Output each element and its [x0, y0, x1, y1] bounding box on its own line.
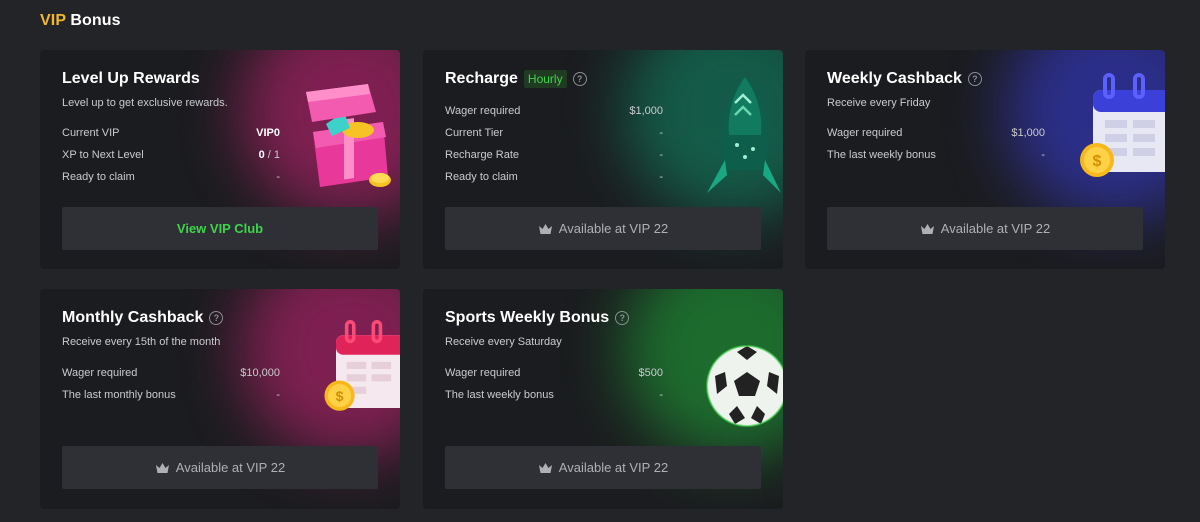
- card-title: Recharge Hourly ?: [445, 70, 587, 88]
- info-row: Recharge Rate -: [445, 144, 663, 166]
- help-icon[interactable]: ?: [967, 72, 982, 86]
- info-value: -: [659, 389, 663, 401]
- info-label: The last weekly bonus: [445, 389, 554, 401]
- info-label: Wager required: [62, 367, 138, 379]
- crown-icon: [538, 223, 552, 234]
- card-title-text: Sports Weekly Bonus: [445, 309, 610, 326]
- level-up-rewards-card: Level Up Rewards Level up to get exclusi…: [40, 50, 400, 269]
- info-value: $500: [638, 367, 663, 379]
- info-value: -: [276, 171, 280, 183]
- card-title: Monthly Cashback ?: [62, 309, 224, 327]
- card-title: Sports Weekly Bonus ?: [445, 309, 630, 327]
- info-row: The last weekly bonus -: [827, 144, 1045, 166]
- view-vip-club-button[interactable]: View VIP Club: [62, 207, 378, 250]
- card-title-text: Level Up Rewards: [62, 70, 200, 87]
- section-title-accent: VIP: [40, 12, 66, 29]
- hourly-tag: Hourly: [523, 70, 567, 88]
- available-vip22-button[interactable]: Available at VIP 22: [445, 446, 761, 489]
- sports-weekly-bonus-card: Sports Weekly Bonus ? Receive every Satu…: [423, 289, 783, 509]
- info-label: Current Tier: [445, 127, 504, 139]
- svg-text:$: $: [336, 389, 344, 405]
- info-row: Wager required $10,000: [62, 362, 280, 384]
- card-info-rows: Wager required $1,000 The last weekly bo…: [827, 122, 1045, 166]
- card-subtitle: Receive every Saturday: [445, 336, 562, 348]
- card-title-text: Weekly Cashback: [827, 70, 962, 87]
- info-value: $1,000: [1011, 127, 1045, 139]
- info-row: The last monthly bonus -: [62, 384, 280, 406]
- card-title-text: Recharge: [445, 70, 518, 87]
- available-vip22-button[interactable]: Available at VIP 22: [827, 207, 1143, 250]
- info-label: Wager required: [445, 367, 521, 379]
- info-label: Recharge Rate: [445, 149, 519, 161]
- info-value: $10,000: [240, 367, 280, 379]
- help-icon[interactable]: ?: [572, 72, 587, 86]
- info-label: The last weekly bonus: [827, 149, 936, 161]
- card-title: Weekly Cashback ?: [827, 70, 982, 88]
- available-vip22-button[interactable]: Available at VIP 22: [62, 446, 378, 489]
- info-row: XP to Next Level 0 / 1: [62, 144, 280, 166]
- section-title-rest: Bonus: [70, 12, 121, 29]
- info-row: Ready to claim -: [445, 166, 663, 188]
- recharge-card: Recharge Hourly ? Wager required $1,000 …: [423, 50, 783, 269]
- info-label: Wager required: [827, 127, 903, 139]
- info-value: -: [276, 389, 280, 401]
- info-label: Ready to claim: [62, 171, 135, 183]
- info-value: 0 / 1: [258, 149, 280, 161]
- info-label: The last monthly bonus: [62, 389, 176, 401]
- weekly-cashback-card: Weekly Cashback ? Receive every Friday W…: [805, 50, 1165, 269]
- calendar-coin-icon: $: [1080, 73, 1165, 177]
- crown-icon: [920, 223, 934, 234]
- section-title: VIP Bonus: [40, 12, 121, 30]
- card-subtitle: Level up to get exclusive rewards.: [62, 97, 228, 109]
- card-info-rows: Current VIP VIP0 XP to Next Level 0 / 1 …: [62, 122, 280, 188]
- info-row: Wager required $1,000: [827, 122, 1045, 144]
- info-row: Current VIP VIP0: [62, 122, 280, 144]
- info-row: The last weekly bonus -: [445, 384, 663, 406]
- info-value: -: [659, 149, 663, 161]
- calendar-coin-icon: $: [324, 320, 400, 411]
- info-row: Wager required $1,000: [445, 100, 663, 122]
- info-label: Current VIP: [62, 127, 120, 139]
- crown-icon: [538, 462, 552, 473]
- info-label: Ready to claim: [445, 171, 518, 183]
- info-value: -: [659, 171, 663, 183]
- card-subtitle: Receive every Friday: [827, 97, 931, 109]
- gift-box-icon: [306, 84, 391, 187]
- info-label: Wager required: [445, 105, 521, 117]
- info-value: -: [659, 127, 663, 139]
- card-subtitle: Receive every 15th of the month: [62, 336, 221, 348]
- card-info-rows: Wager required $1,000 Current Tier - Rec…: [445, 100, 663, 188]
- help-icon[interactable]: ?: [209, 311, 224, 325]
- rocket-icon: [707, 77, 781, 193]
- info-value: VIP0: [256, 127, 280, 139]
- soccer-ball-icon: [706, 345, 783, 427]
- info-row: Wager required $500: [445, 362, 663, 384]
- crown-icon: [155, 462, 169, 473]
- info-value: -: [1041, 149, 1045, 161]
- monthly-cashback-card: Monthly Cashback ? Receive every 15th of…: [40, 289, 400, 509]
- available-vip22-button[interactable]: Available at VIP 22: [445, 207, 761, 250]
- card-title: Level Up Rewards: [62, 70, 200, 88]
- card-title-text: Monthly Cashback: [62, 309, 204, 326]
- help-icon[interactable]: ?: [615, 311, 630, 325]
- card-info-rows: Wager required $500 The last weekly bonu…: [445, 362, 663, 406]
- svg-text:$: $: [1093, 153, 1102, 170]
- card-info-rows: Wager required $10,000 The last monthly …: [62, 362, 280, 406]
- info-row: Ready to claim -: [62, 166, 280, 188]
- info-value: $1,000: [629, 105, 663, 117]
- info-label: XP to Next Level: [62, 149, 144, 161]
- info-row: Current Tier -: [445, 122, 663, 144]
